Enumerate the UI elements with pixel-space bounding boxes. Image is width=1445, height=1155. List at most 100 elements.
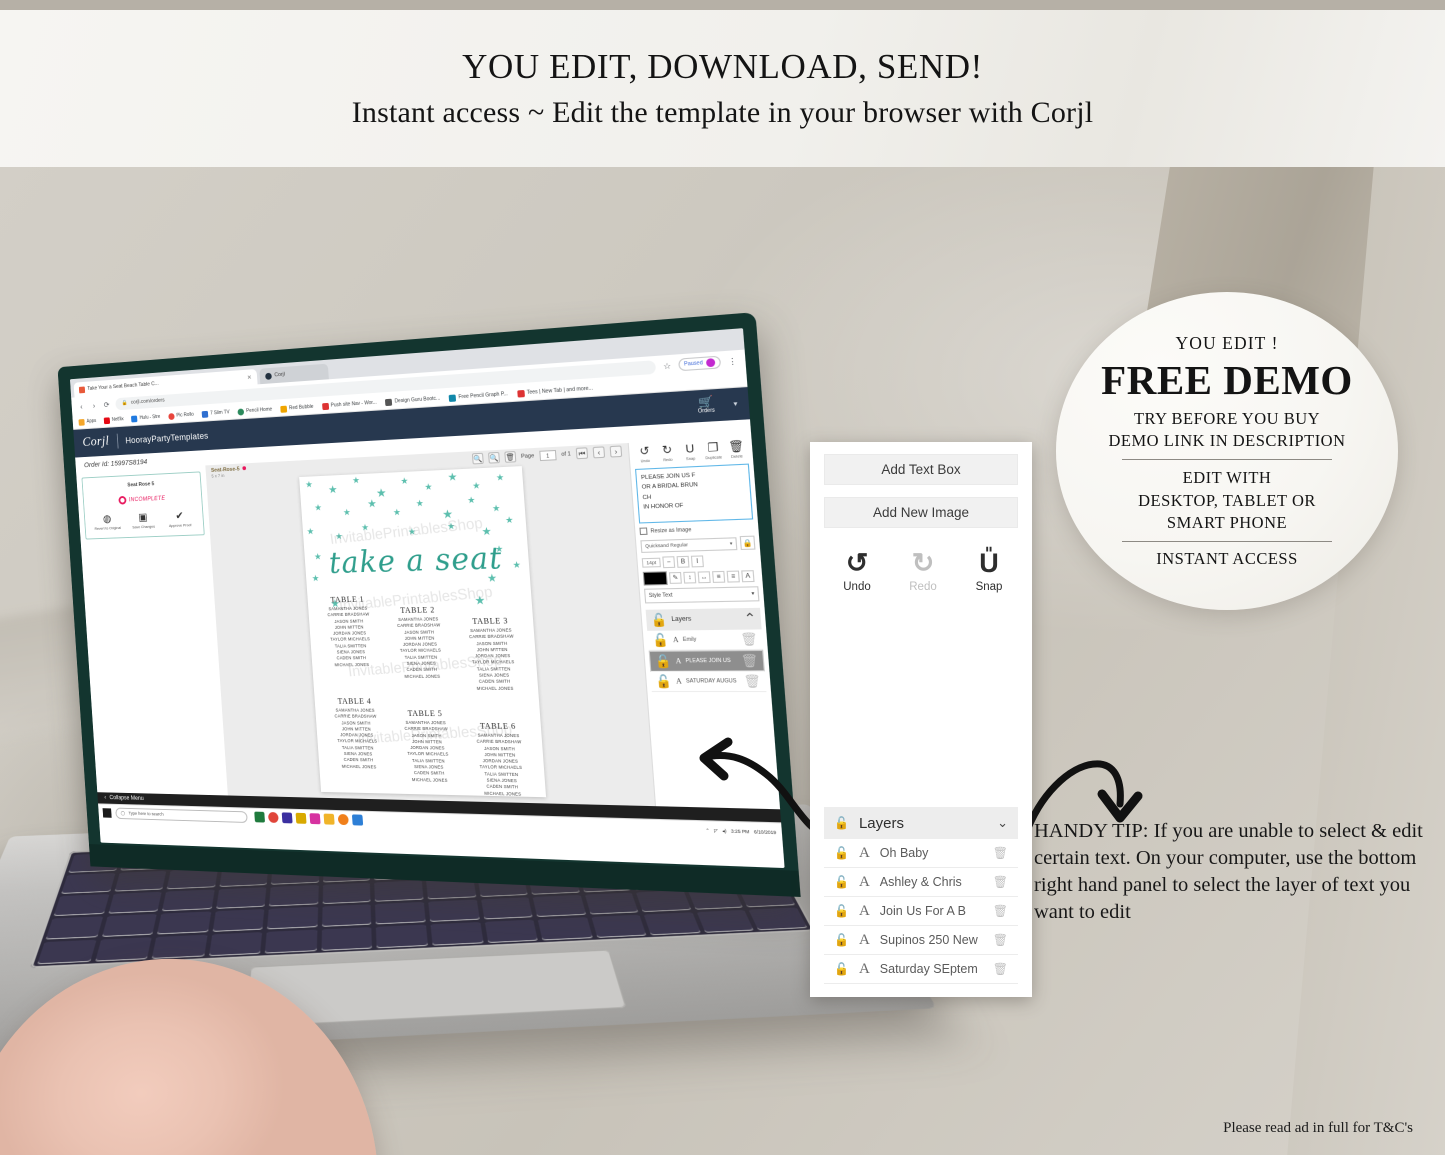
letter-spacing-icon[interactable]: ↔	[698, 571, 711, 583]
layer-row[interactable]: 🔓 A Oh Baby 🗑	[824, 839, 1018, 868]
approve-proof-button[interactable]: ✔ Approve Proof	[165, 511, 194, 529]
taskbar-app-icon[interactable]	[324, 814, 335, 825]
lock-icon[interactable]: 🔓	[834, 933, 849, 947]
lock-icon[interactable]: 🔓	[834, 962, 849, 976]
taskbar-app-icon[interactable]	[352, 814, 363, 825]
lock-aspect-button[interactable]: 🔒	[740, 536, 756, 550]
redo-button[interactable]: ↻ Redo	[656, 445, 679, 463]
resize-as-image-checkbox[interactable]: Resize as Image	[639, 524, 754, 535]
windows-start-icon[interactable]	[103, 808, 112, 818]
chevron-down-icon[interactable]: ▾	[733, 400, 738, 409]
reload-icon[interactable]: ⟳	[103, 400, 111, 409]
revert-to-original-button[interactable]: ◍ Revert to Original	[93, 514, 121, 531]
zoom-in-icon[interactable]: 🔍	[472, 453, 484, 465]
bookmark-item[interactable]: Tees | New Tab | and more...	[517, 385, 593, 397]
layer-row[interactable]: 🔓 A SATURDAY AUGUS 🗑	[650, 672, 766, 693]
line-height-icon[interactable]: ↕	[683, 572, 696, 584]
taskbar-app-icon[interactable]	[254, 812, 265, 823]
design-canvas[interactable]: ★ ★ ★ ★ ★ ★ ★ ★ ★ ★ ★ ★ ★ ★ ★ ★ ★ ★ ★ ★ …	[299, 466, 546, 797]
align-left-icon[interactable]: ≡	[712, 571, 725, 583]
first-page-icon[interactable]: ⏮	[576, 447, 588, 459]
layer-row[interactable]: 🔓 A Supinos 250 New 🗑	[824, 926, 1018, 955]
product-sidebar: Seat Rose 5 INCOMPLETE ◍ Revert to Origi…	[76, 465, 228, 795]
back-icon[interactable]: ‹	[77, 402, 85, 411]
lock-icon[interactable]: 🔓	[834, 875, 849, 889]
layer-row[interactable]: 🔓 A Ashley & Chris 🗑	[824, 868, 1018, 897]
bookmark-item[interactable]: Red Bubble	[280, 403, 314, 412]
lock-icon[interactable]: 🔓	[834, 846, 849, 860]
bookmark-item[interactable]: Pencil Home	[237, 406, 272, 415]
bookmark-item[interactable]: Design Guru Bootc...	[385, 395, 440, 406]
corjl-logo[interactable]: Corjl	[82, 434, 110, 450]
zoom-out-icon[interactable]: 🔍	[488, 452, 500, 464]
forward-icon[interactable]: ›	[90, 401, 98, 410]
bookmark-item[interactable]: 7 Slim TV	[202, 409, 230, 417]
bold-icon[interactable]: B	[676, 556, 689, 568]
bookmark-item[interactable]: Apps	[78, 418, 96, 426]
lock-icon[interactable]: 🔓	[652, 633, 669, 648]
duplicate-button[interactable]: ❐ Duplicate	[701, 442, 725, 460]
page-number-input[interactable]: 1	[539, 449, 556, 460]
text-color-swatch[interactable]	[643, 571, 668, 585]
delete-icon[interactable]: 🗑	[993, 933, 1008, 947]
profile-avatar[interactable]	[706, 358, 716, 367]
bookmark-item[interactable]: Pic Rollo	[168, 411, 194, 419]
layer-row[interactable]: 🔓 A Join Us For A B 🗑	[824, 897, 1018, 926]
chevron-up-icon[interactable]: ⌃	[743, 610, 757, 627]
lock-icon[interactable]: 🔓	[650, 613, 667, 628]
layer-row[interactable]: 🔓 A PLEASE JOIN US 🗑	[649, 650, 765, 672]
snap-button[interactable]: U Snap	[679, 443, 702, 461]
text-content-textarea[interactable]: PLEASE JOIN US F OR A BRIDAL BRUN CH IN HON…	[635, 464, 753, 524]
next-page-icon[interactable]: ›	[610, 445, 623, 457]
delete-button[interactable]: 🗑 Delete	[725, 441, 749, 459]
lock-icon[interactable]: 🔓	[834, 816, 849, 830]
undo-button[interactable]: ↺ Undo	[836, 550, 878, 593]
delete-icon[interactable]: 🗑	[743, 674, 761, 689]
snap-button[interactable]: U̎ Snap	[968, 550, 1010, 593]
lock-icon[interactable]: 🔓	[834, 904, 849, 918]
save-changes-button[interactable]: ▣ Save Changes	[129, 512, 158, 530]
delete-icon[interactable]: 🗑	[741, 653, 759, 668]
bookmark-star-icon[interactable]: ☆	[662, 361, 673, 371]
add-new-image-button[interactable]: Add New Image	[824, 497, 1018, 528]
layer-row[interactable]: 🔓 A Saturday SEptem 🗑	[824, 955, 1018, 984]
style-text-accordion[interactable]: Style Text ▾	[644, 586, 759, 603]
prev-page-icon[interactable]: ‹	[593, 446, 606, 458]
layers-header[interactable]: 🔓 Layers ⌄	[824, 807, 1018, 839]
orders-button[interactable]: 🛒 Orders	[697, 396, 715, 416]
taskbar-app-icon[interactable]	[282, 812, 293, 823]
bookmark-item[interactable]: Free Pencil Graph P...	[449, 391, 508, 402]
chevron-down-icon[interactable]: ⌄	[997, 815, 1008, 831]
paused-badge[interactable]: Paused	[678, 356, 721, 372]
align-center-icon[interactable]: ≡	[727, 571, 740, 583]
taskbar-app-icon[interactable]	[338, 814, 349, 825]
add-text-box-button[interactable]: Add Text Box	[824, 454, 1018, 485]
redo-button[interactable]: ↻ Redo	[902, 550, 944, 593]
text-transform-icon[interactable]: Ａ	[741, 570, 754, 582]
italic-icon[interactable]: I	[691, 555, 704, 567]
taskbar-search-input[interactable]: ◯ Type here to search	[115, 807, 248, 822]
delete-icon[interactable]: 🗑	[993, 875, 1008, 889]
eyedropper-icon[interactable]: ✎	[669, 572, 682, 584]
layer-row[interactable]: 🔓 A Emily 🗑	[647, 629, 763, 650]
taskbar-app-icon[interactable]	[310, 813, 321, 824]
taskbar-app-icon[interactable]	[268, 812, 279, 823]
tab-close-icon[interactable]: ✕	[247, 374, 252, 381]
font-size-input[interactable]: 14pt	[642, 558, 661, 568]
delete-icon[interactable]: 🗑	[740, 632, 758, 647]
delete-icon[interactable]: 🗑	[993, 904, 1008, 918]
bookmark-item[interactable]: Push site Nav - Wor...	[322, 399, 377, 409]
lock-icon[interactable]: 🔓	[655, 674, 672, 689]
lock-icon[interactable]: 🔓	[654, 654, 671, 669]
font-family-select[interactable]: Quicksand Regular ▾	[640, 537, 737, 553]
taskbar-app-icon[interactable]	[296, 813, 307, 824]
layers-header[interactable]: 🔓 Layers ⌃	[646, 608, 762, 631]
undo-button[interactable]: ↺ Undo	[633, 446, 656, 464]
decrease-size-icon[interactable]: −	[662, 556, 675, 568]
bookmark-item[interactable]: Netflix	[104, 416, 124, 424]
delete-icon[interactable]: 🗑	[993, 962, 1008, 976]
browser-menu-icon[interactable]: ⋮	[727, 356, 738, 366]
bookmark-item[interactable]: Hulu - Stre	[131, 414, 160, 422]
delete-icon[interactable]: 🗑	[993, 846, 1008, 860]
delete-icon[interactable]: 🗑	[504, 451, 516, 463]
